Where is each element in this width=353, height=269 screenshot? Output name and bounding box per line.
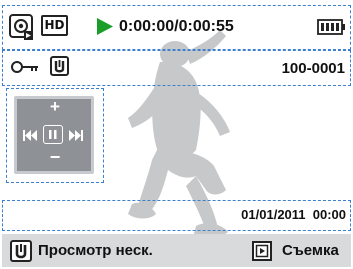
- multi-view-button[interactable]: Просмотр неск.: [10, 239, 190, 263]
- playback-control-pad: + −: [14, 96, 94, 174]
- hd-icon: HD: [41, 15, 68, 36]
- fast-forward-icon[interactable]: [69, 130, 83, 141]
- pause-icon: [49, 130, 57, 139]
- file-number: 100-0001: [281, 60, 345, 77]
- multi-view-icon: [10, 240, 32, 262]
- playback-time: 0:00:00/0:00:55: [119, 18, 234, 35]
- battery-icon: [317, 19, 345, 35]
- volume-up-button[interactable]: +: [47, 97, 63, 117]
- play-icon: [97, 18, 113, 35]
- volume-down-button[interactable]: −: [45, 147, 65, 168]
- pause-button[interactable]: [43, 125, 63, 144]
- rewind-icon[interactable]: [23, 130, 37, 141]
- multi-view-icon: [50, 56, 69, 76]
- hd-label: HD: [44, 18, 65, 32]
- video-playback-mode-icon: [9, 14, 33, 40]
- capture-button[interactable]: Съемка: [252, 239, 348, 263]
- capture-label: Съемка: [282, 242, 339, 259]
- date-time: 01/01/2011 00:00: [241, 207, 346, 222]
- capture-icon: [252, 241, 272, 261]
- playback-screen: HD 0:00:00/0:00:55 100-0001 + − 01/01/20…: [0, 0, 353, 269]
- bottom-softkey-bar: Просмотр неск. Съемка: [2, 234, 351, 267]
- key-protect-icon: [11, 61, 38, 73]
- multi-view-label: Просмотр неск.: [38, 242, 153, 259]
